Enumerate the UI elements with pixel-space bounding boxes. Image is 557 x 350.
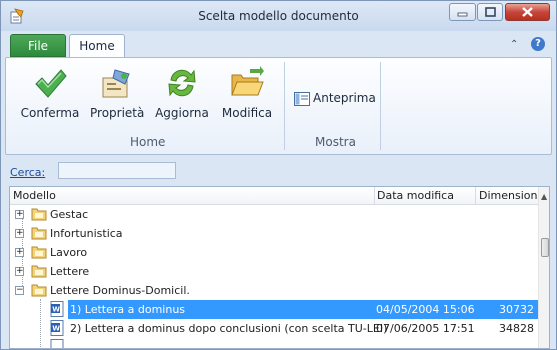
modifica-label: Modifica xyxy=(221,106,273,120)
tree-folder-row[interactable]: + Lavoro xyxy=(10,243,538,262)
modifica-button[interactable]: Modifica xyxy=(221,64,273,122)
column-header-data-modifica[interactable]: Data modifica xyxy=(377,189,454,202)
template-size: 30732 xyxy=(499,303,534,316)
template-date: 07/06/2005 17:51 xyxy=(376,322,475,335)
folder-icon xyxy=(31,227,47,240)
expand-icon[interactable]: + xyxy=(15,210,24,219)
template-size: 34828 xyxy=(499,322,534,335)
help-icon[interactable]: ? xyxy=(531,37,545,51)
scroll-up-icon[interactable]: ▲ xyxy=(541,192,547,201)
word-document-icon: W xyxy=(50,320,64,336)
conferma-label: Conferma xyxy=(20,106,80,120)
tree-folder-row[interactable]: + Infortunistica xyxy=(10,224,538,243)
close-button[interactable] xyxy=(505,3,550,21)
word-document-icon xyxy=(50,339,64,348)
svg-text:W: W xyxy=(52,325,60,333)
folder-label: Gestac xyxy=(50,208,89,221)
minimize-icon xyxy=(457,12,468,17)
folder-label: Lavoro xyxy=(50,246,88,259)
anteprima-label: Anteprima xyxy=(313,91,376,105)
aggiorna-button[interactable]: Aggiorna xyxy=(154,64,210,122)
column-divider[interactable] xyxy=(374,187,375,204)
tab-home[interactable]: Home xyxy=(69,34,125,58)
close-icon xyxy=(522,7,533,17)
tree-folder-row[interactable]: − Lettere Dominus-Domicil. xyxy=(10,281,538,300)
svg-text:W: W xyxy=(52,306,60,314)
column-header-row: Modello Data modifica Dimensioni xyxy=(10,187,541,205)
minimize-button[interactable] xyxy=(449,3,476,21)
preview-icon xyxy=(294,92,310,106)
template-row[interactable]: W 1) Lettera a dominus 04/05/2004 15:06 … xyxy=(10,300,538,319)
expand-icon[interactable]: + xyxy=(15,229,24,238)
proprieta-label: Proprietà xyxy=(90,106,145,120)
template-name: 2) Lettera a dominus dopo conclusioni (c… xyxy=(70,322,388,335)
template-name: 1) Lettera a dominus xyxy=(70,303,186,316)
ribbon-tabstrip: File Home ⌃ ? xyxy=(1,31,556,58)
tab-file[interactable]: File xyxy=(10,34,66,57)
properties-icon xyxy=(102,69,130,98)
template-date: 04/05/2004 15:06 xyxy=(376,303,475,316)
expand-icon[interactable]: + xyxy=(15,248,24,257)
column-divider[interactable] xyxy=(475,187,476,204)
template-row-partial[interactable] xyxy=(10,338,538,348)
dialog-window: Scelta modello documento File Home ⌃ ? C… xyxy=(0,0,557,350)
maximize-button[interactable] xyxy=(477,3,503,21)
group-label-mostra: Mostra xyxy=(315,135,356,149)
folder-icon xyxy=(31,246,47,259)
proprieta-button[interactable]: Proprietà xyxy=(90,64,145,122)
checkmark-icon xyxy=(35,69,67,98)
maximize-icon xyxy=(485,7,496,17)
minimize-ribbon-icon[interactable]: ⌃ xyxy=(510,39,518,50)
column-header-modello[interactable]: Modello xyxy=(13,189,56,202)
ribbon-panel: Conferma Proprietà Aggiorna Modifica Hom… xyxy=(5,57,552,155)
aggiorna-label: Aggiorna xyxy=(155,106,209,120)
word-document-icon: W xyxy=(50,301,64,317)
vertical-scrollbar[interactable]: ▲ xyxy=(538,187,549,348)
refresh-icon xyxy=(168,69,196,97)
folder-label: Lettere Dominus-Domicil. xyxy=(50,284,190,297)
folder-icon xyxy=(31,208,47,221)
column-header-dimensioni[interactable]: Dimensioni xyxy=(479,189,541,202)
group-separator xyxy=(284,62,285,150)
search-label: Cerca: xyxy=(10,166,46,179)
folder-icon xyxy=(31,284,47,297)
collapse-icon[interactable]: − xyxy=(15,286,24,295)
open-folder-icon xyxy=(231,66,264,96)
title-bar: Scelta modello documento xyxy=(1,1,556,31)
group-label-home: Home xyxy=(130,135,166,149)
folder-icon xyxy=(31,265,47,278)
scrollbar-thumb[interactable] xyxy=(541,238,549,257)
tree-folder-row[interactable]: + Lettere xyxy=(10,262,538,281)
search-bar: Cerca: xyxy=(1,157,556,186)
anteprima-button[interactable]: Anteprima xyxy=(294,90,376,108)
search-input[interactable] xyxy=(58,162,176,179)
folder-label: Infortunistica xyxy=(50,227,123,240)
template-row[interactable]: W 2) Lettera a dominus dopo conclusioni … xyxy=(10,319,538,338)
template-list: Modello Data modifica Dimensioni + Gesta… xyxy=(9,186,550,349)
folder-label: Lettere xyxy=(50,265,90,278)
group-separator xyxy=(380,62,381,150)
conferma-button[interactable]: Conferma xyxy=(20,64,80,122)
tree-folder-row[interactable]: + Gestac xyxy=(10,205,538,224)
expand-icon[interactable]: + xyxy=(15,267,24,276)
